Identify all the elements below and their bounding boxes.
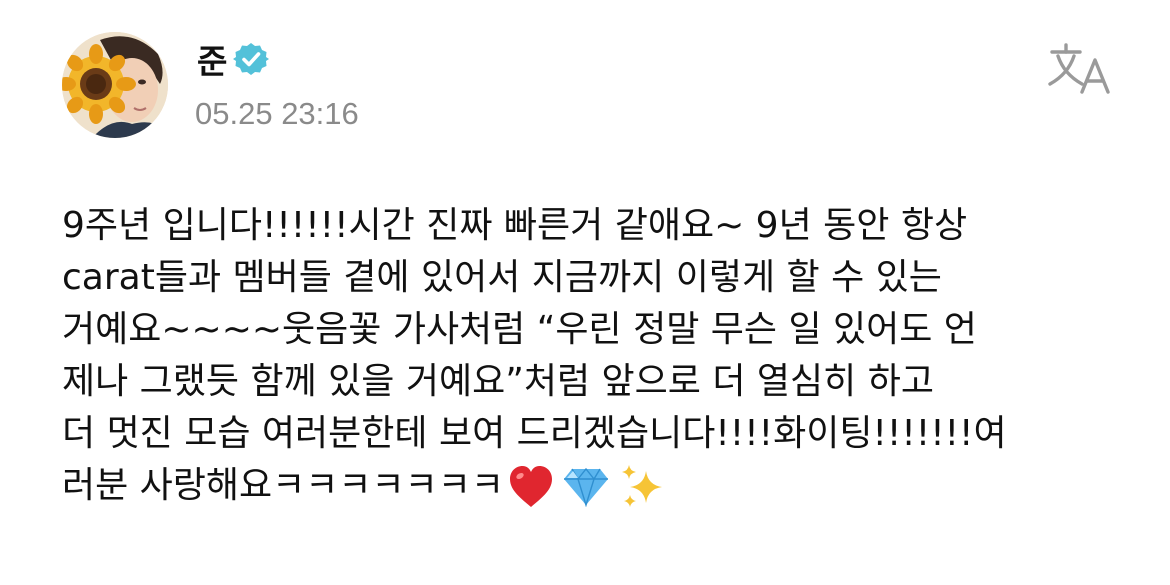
post-line: 제나 그랬듯 함께 있을 거예요”처럼 앞으로 더 열심히 하고: [62, 361, 934, 402]
post-body: 9주년 입니다!!!!!!시간 진짜 빠른거 같애요~ 9년 동안 항상 car…: [62, 200, 1122, 512]
gem-emoji: [562, 467, 610, 507]
author-name[interactable]: 준: [197, 35, 227, 83]
post-line: 거예요~~~~웃음꽃 가사처럼 “우린 정말 무슨 일 있어도 언: [62, 309, 977, 350]
post-line: 더 멋진 모습 여러분한테 보여 드리겠습니다!!!!화이팅!!!!!!!여: [62, 413, 1007, 454]
post-header: 준 05.25 23:16: [62, 30, 1122, 150]
translate-icon: [1048, 43, 1110, 94]
author-row: 준: [197, 35, 270, 83]
post-timestamp: 05.25 23:16: [195, 96, 359, 131]
heart-emoji: [508, 465, 554, 509]
avatar[interactable]: [62, 32, 168, 138]
emoji-row: [508, 463, 674, 511]
post-line-text: 러분 사랑해요ㅋㅋㅋㅋㅋㅋㅋ: [62, 465, 505, 506]
avatar-image: [62, 32, 168, 138]
post-line: carat들과 멤버들 곁에 있어서 지금까지 이렇게 할 수 있는: [62, 257, 942, 298]
post-line-last: 러분 사랑해요ㅋㅋㅋㅋㅋㅋㅋ: [62, 460, 1122, 512]
post-line: 9주년 입니다!!!!!!시간 진짜 빠른거 같애요~ 9년 동안 항상: [62, 205, 968, 246]
sparkles-emoji: [618, 463, 666, 511]
verified-badge-icon: [233, 41, 270, 77]
translate-button[interactable]: [1046, 40, 1114, 96]
